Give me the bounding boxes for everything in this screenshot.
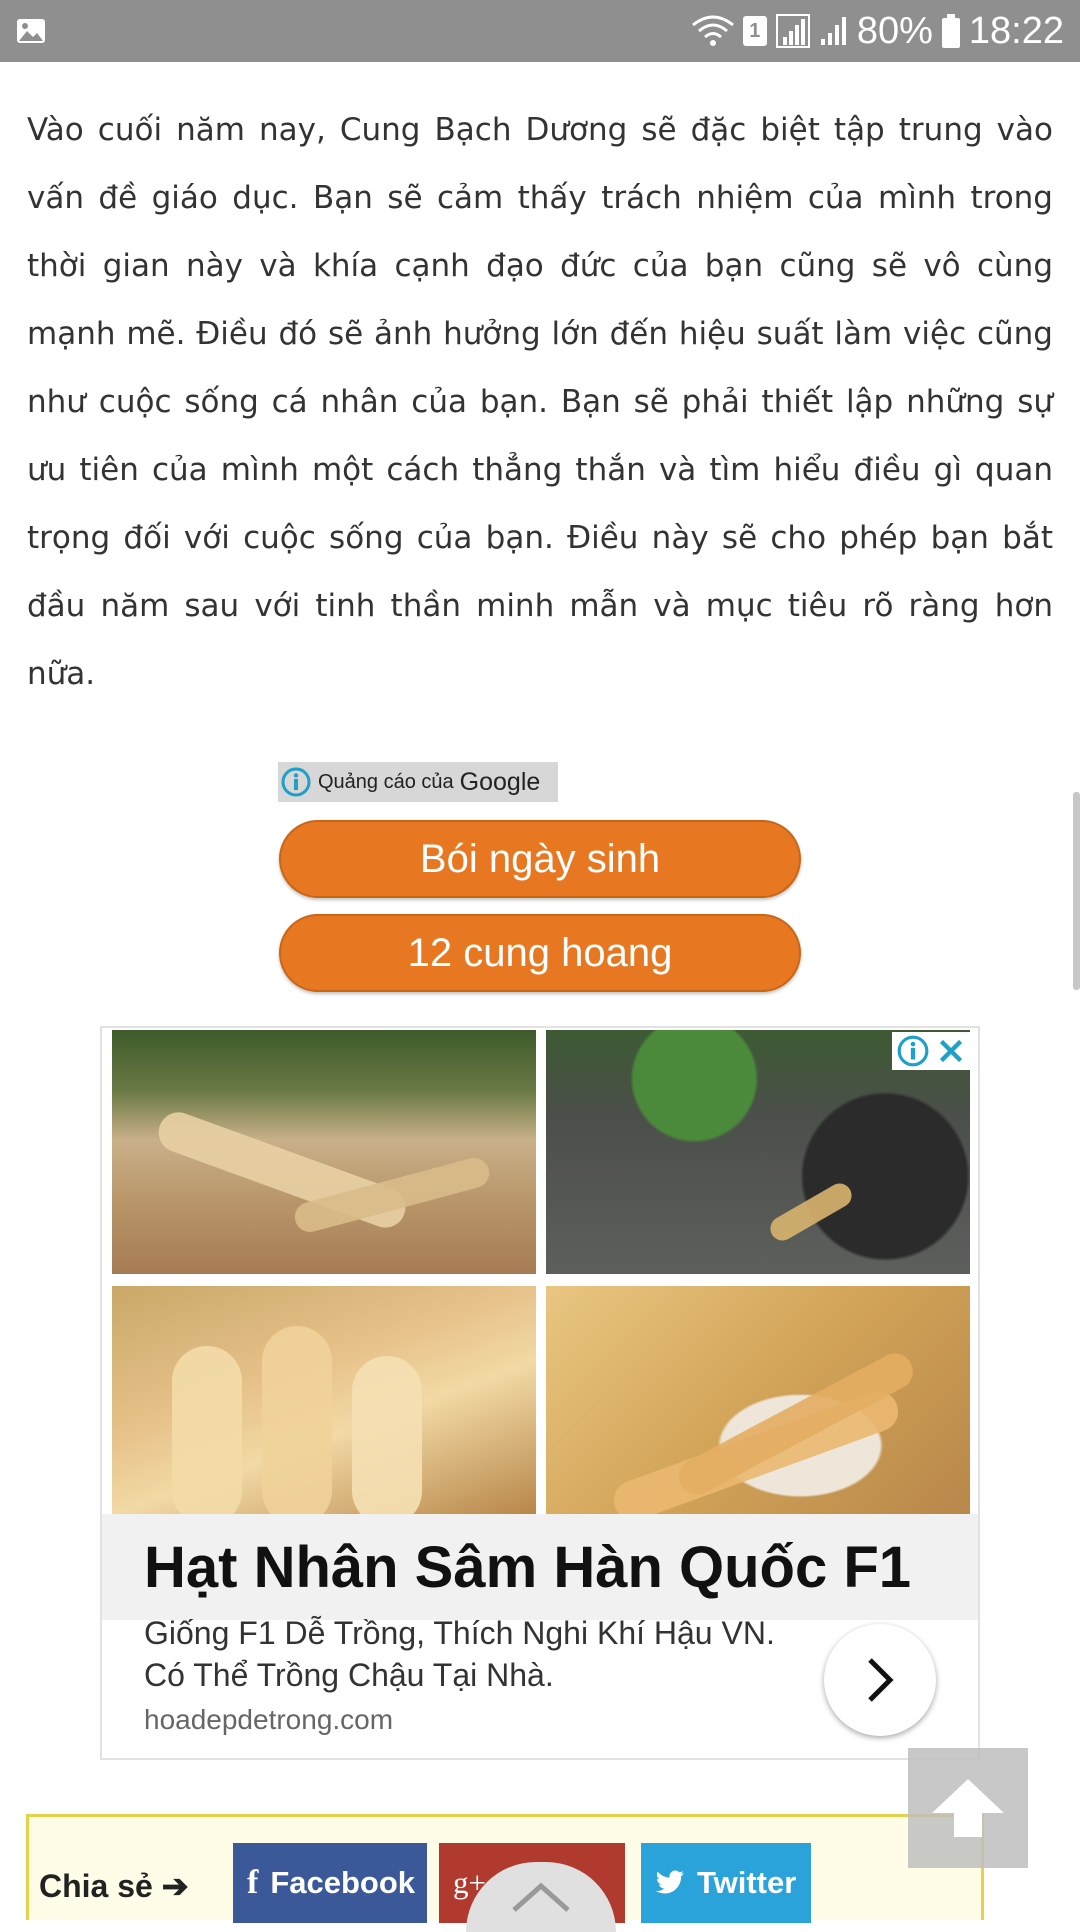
ad-label-prefix: Quảng cáo của bbox=[318, 770, 454, 793]
ad-label-brand: Google bbox=[459, 767, 541, 796]
ad-link-button-boi-ngay-sinh[interactable]: Bói ngày sinh bbox=[279, 820, 801, 898]
article-paragraph: Vào cuối năm nay, Cung Bạch Dương sẽ đặc… bbox=[27, 112, 1053, 692]
signal-strength-icon bbox=[775, 14, 810, 48]
display-ad[interactable]: Hạt Nhân Sâm Hàn Quốc F1 Giống F1 Dễ Trồ… bbox=[100, 1026, 980, 1760]
chevron-right-icon bbox=[868, 1658, 894, 1702]
adchoices-info-icon[interactable] bbox=[896, 1034, 930, 1068]
ad-domain[interactable]: hoadepdetrong.com bbox=[144, 1704, 393, 1736]
ad-image-ginseng-bowl[interactable] bbox=[546, 1286, 970, 1514]
ad-open-button[interactable] bbox=[824, 1624, 936, 1736]
close-ad-icon[interactable] bbox=[934, 1034, 968, 1068]
ad-image-ginseng-roots-field[interactable] bbox=[112, 1030, 536, 1274]
ad-headline-band: Hạt Nhân Sâm Hàn Quốc F1 bbox=[102, 1514, 978, 1620]
scroll-to-top-button[interactable] bbox=[908, 1748, 1028, 1868]
ad-choices[interactable] bbox=[892, 1032, 972, 1070]
info-icon bbox=[281, 767, 311, 797]
facebook-icon: f bbox=[247, 1864, 259, 1901]
signal-strength-secondary-icon bbox=[820, 17, 846, 45]
page-scrollbar[interactable] bbox=[1073, 792, 1080, 990]
gallery-notification-icon bbox=[17, 19, 45, 43]
share-facebook-button[interactable]: f Facebook bbox=[233, 1843, 427, 1923]
share-facebook-label: Facebook bbox=[270, 1865, 416, 1900]
battery-percentage: 80% bbox=[856, 9, 933, 52]
wifi-icon bbox=[691, 15, 734, 46]
sim-slot-badge: 1 bbox=[742, 16, 767, 46]
arrow-up-icon bbox=[932, 1779, 1004, 1837]
ad-headline[interactable]: Hạt Nhân Sâm Hàn Quốc F1 bbox=[144, 1534, 911, 1601]
chevron-up-icon bbox=[512, 1882, 570, 1912]
ad-image-ginseng-basket[interactable] bbox=[112, 1286, 536, 1514]
ad-link-button-12-cung-hoang[interactable]: 12 cung hoang bbox=[279, 914, 801, 992]
share-twitter-label: Twitter bbox=[697, 1865, 797, 1900]
ad-label[interactable]: Quảng cáo của Google bbox=[278, 762, 558, 802]
battery-icon bbox=[941, 14, 960, 48]
twitter-bird-icon bbox=[655, 1870, 684, 1894]
status-bar: 1 80% 18:22 bbox=[0, 0, 1080, 62]
ad-description[interactable]: Giống F1 Dễ Trồng, Thích Nghi Khí Hậu VN… bbox=[144, 1612, 784, 1696]
share-twitter-button[interactable]: Twitter bbox=[641, 1843, 811, 1923]
clock: 18:22 bbox=[968, 9, 1064, 52]
share-label: Chia sẻ ➔ bbox=[39, 1868, 189, 1904]
